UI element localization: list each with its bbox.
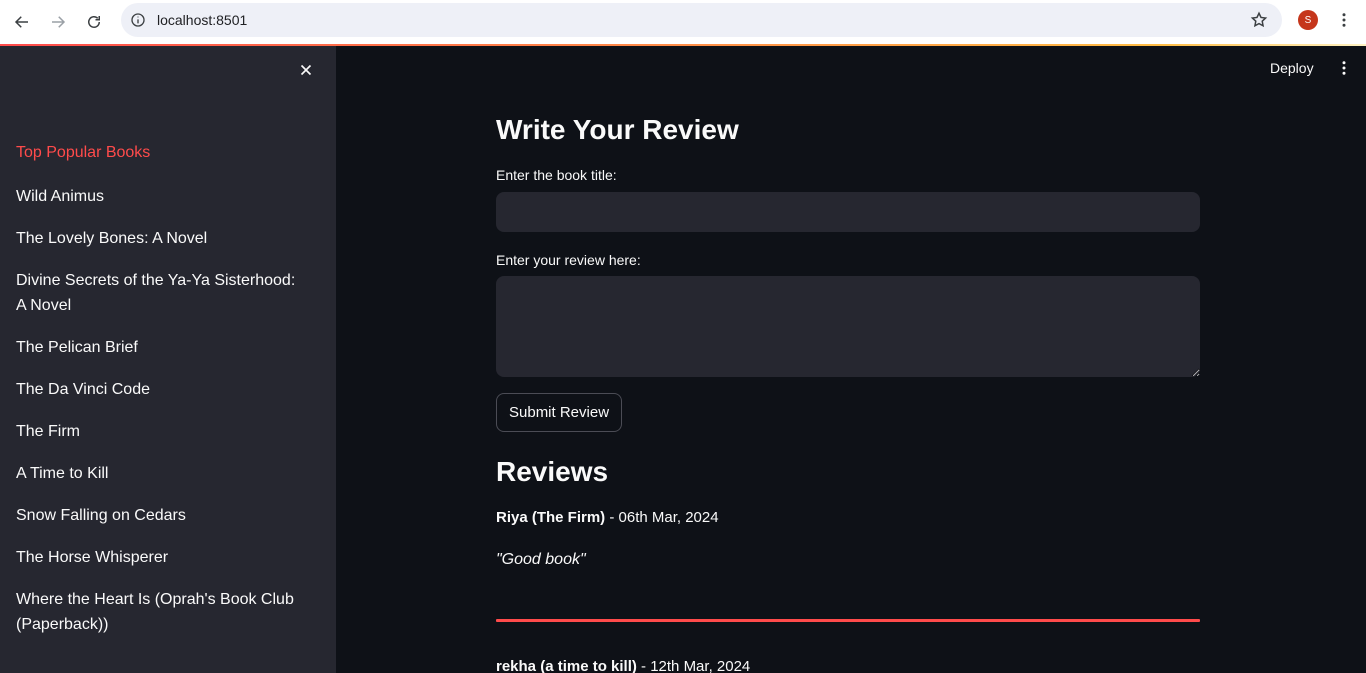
review-meta: rekha (a time to kill) - 12th Mar, 2024 [496,658,750,673]
book-item: The Lovely Bones: A Novel [16,230,208,247]
browser-menu-icon[interactable] [1334,10,1354,30]
submit-review-button[interactable]: Submit Review [496,393,623,432]
book-item: The Da Vinci Code [16,381,150,398]
url-text: localhost:8501 [157,12,248,28]
review-text: "Good book" [496,551,586,568]
book-item: The Firm [16,423,80,440]
review-author: Riya (The Firm) [496,509,606,526]
book-list: Wild Animus The Lovely Bones: A Novel Di… [16,184,306,654]
bookmark-star-icon[interactable] [1250,11,1268,29]
review-textarea[interactable] [496,276,1200,377]
book-item: Where the Heart Is (Oprah's Book Club (P… [16,591,294,633]
book-item: The Horse Whisperer [16,549,169,566]
back-icon[interactable] [4,4,40,40]
book-item: Wild Animus [16,188,105,205]
review-date: - 12th Mar, 2024 [636,658,751,673]
book-item: Divine Secrets of the Ya-Ya Sisterhood: … [16,272,296,314]
review-divider [496,619,1200,622]
sidebar-heading: Top Popular Books [16,144,151,161]
forward-icon[interactable] [40,4,76,40]
page-title: Write Your Review [496,114,739,145]
site-info-icon[interactable] [129,11,147,29]
book-title-input[interactable] [496,192,1200,232]
book-item: A Time to Kill [16,465,109,482]
book-item: Snow Falling on Cedars [16,507,186,524]
browser-toolbar: localhost:8501 S [0,0,1366,44]
review-author: rekha (a time to kill) [496,658,637,673]
sidebar: Top Popular Books Wild Animus The Lovely… [0,46,336,673]
book-title-label: Enter the book title: [496,167,617,183]
review-label: Enter your review here: [496,252,641,268]
profile-avatar[interactable]: S [1298,10,1318,30]
app-menu-icon[interactable] [1334,58,1354,78]
address-bar[interactable]: localhost:8501 [121,3,1282,37]
review-date: - 06th Mar, 2024 [605,509,719,526]
deploy-button[interactable]: Deploy [1266,58,1318,78]
book-item: The Pelican Brief [16,339,138,356]
review-meta: Riya (The Firm) - 06th Mar, 2024 [496,509,719,526]
reload-icon[interactable] [76,4,112,40]
reviews-heading: Reviews [496,456,609,487]
close-icon[interactable] [296,60,316,80]
